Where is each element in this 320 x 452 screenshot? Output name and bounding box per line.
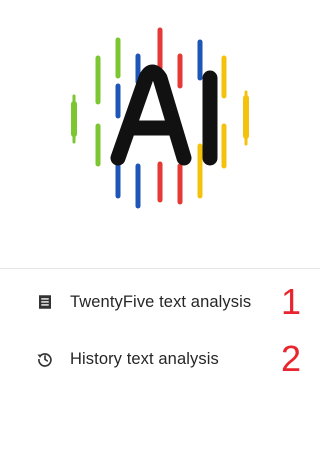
logo-area (0, 0, 320, 268)
menu-item-history-text-analysis[interactable]: History text analysis 2 (0, 335, 320, 383)
annotation-number: 2 (281, 338, 302, 379)
document-list-icon (35, 292, 55, 312)
menu-item-label: TwentyFive text analysis (70, 292, 252, 311)
app-screen: TwentyFive text analysis 1 History text … (0, 0, 320, 452)
history-clock-icon (35, 349, 55, 369)
menu-item-label: History text analysis (70, 349, 219, 368)
menu-item-twentyfive-text-analysis[interactable]: TwentyFive text analysis 1 (0, 278, 320, 326)
divider (0, 268, 320, 269)
annotation-number: 1 (281, 281, 302, 322)
ai-logo-icon (71, 27, 249, 209)
